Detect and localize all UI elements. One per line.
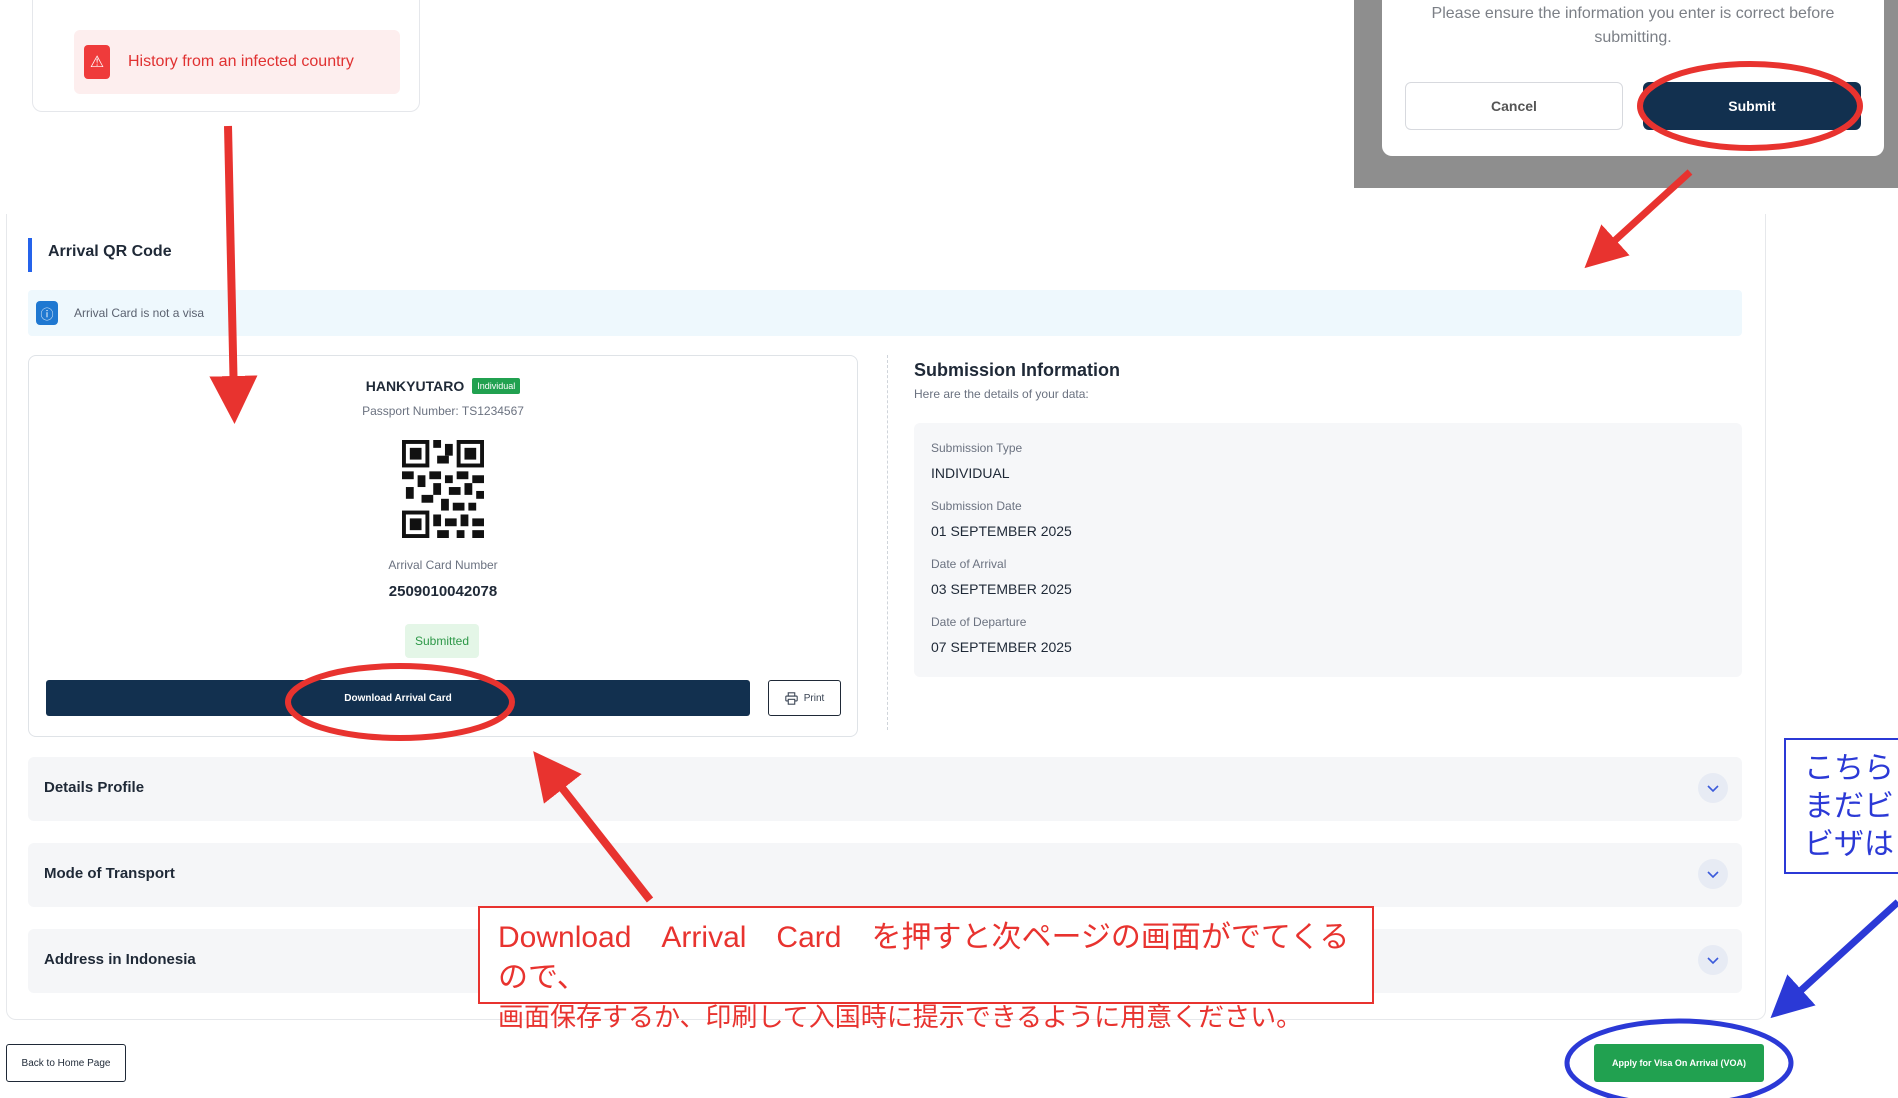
info-text: Arrival Card is not a visa	[74, 306, 205, 320]
download-arrival-card-button[interactable]: Download Arrival Card	[46, 680, 750, 716]
print-button[interactable]: Print	[768, 680, 841, 716]
back-to-home-button[interactable]: Back to Home Page	[6, 1044, 126, 1082]
traveler-name-row: HANKYUTARO Individual	[28, 378, 858, 394]
accordion-title: Address in Indonesia	[44, 951, 196, 968]
qr-code	[402, 440, 484, 538]
field-label: Date of Departure	[931, 615, 1027, 629]
accordion-title: Details Profile	[44, 779, 145, 796]
instruction-note: Download Arrival Card を押すと次ページの画面がでてくるので…	[478, 906, 1374, 1032]
instruction-line-2: 画面保存するか、印刷して入国時に提示できるように用意ください。	[498, 1002, 1303, 1032]
field-value: 01 SEPTEMBER 2025	[931, 523, 1072, 539]
arrival-card-number-label: Arrival Card Number	[388, 558, 498, 572]
section-accent-bar	[28, 238, 32, 272]
apply-voa-button[interactable]: Apply for Visa On Arrival (VOA)	[1594, 1044, 1764, 1082]
column-divider	[887, 355, 888, 730]
printer-icon	[785, 691, 798, 705]
chevron-down-icon[interactable]	[1698, 773, 1728, 803]
submit-button[interactable]: Submit	[1643, 82, 1861, 130]
accordion-details-profile[interactable]: Details Profile	[28, 757, 1742, 821]
visa-note-line: ビザは	[1804, 828, 1894, 861]
info-banner: ⓘ Arrival Card is not a visa	[28, 290, 1742, 336]
print-label: Print	[803, 692, 825, 704]
chevron-down-icon[interactable]	[1698, 859, 1728, 889]
visa-note-line: こちら	[1804, 752, 1894, 785]
field-value: INDIVIDUAL	[931, 465, 1010, 481]
warning-icon: ⚠	[84, 45, 110, 79]
visa-note-line: まだビ	[1804, 790, 1894, 823]
section-title: Arrival QR Code	[48, 243, 172, 260]
cancel-button[interactable]: Cancel	[1405, 82, 1623, 130]
accordion-mode-of-transport[interactable]: Mode of Transport	[28, 843, 1742, 907]
confirm-message: Please ensure the information you enter …	[1431, 5, 1835, 46]
visa-note: こちら まだビ ビザは	[1784, 738, 1898, 874]
field-value: 07 SEPTEMBER 2025	[931, 639, 1072, 655]
type-badge: Individual	[472, 378, 521, 394]
chevron-down-icon[interactable]	[1698, 945, 1728, 975]
field-label: Submission Date	[931, 499, 1022, 513]
field-label: Submission Type	[931, 441, 1023, 455]
submission-title: Submission Information	[914, 360, 1121, 380]
status-badge: Submitted	[405, 624, 479, 658]
passport-number: Passport Number: TS1234567	[362, 404, 524, 418]
instruction-line-1: Download Arrival Card を押すと次ページの画面がでてくるので…	[498, 921, 1350, 994]
info-icon: ⓘ	[36, 301, 58, 325]
arrow-to-voa-annotation	[1770, 899, 1898, 1019]
traveler-name: HANKYUTARO	[365, 378, 465, 394]
field-value: 03 SEPTEMBER 2025	[931, 581, 1072, 597]
infected-country-alert: ⚠ History from an infected country	[74, 30, 400, 94]
accordion-title: Mode of Transport	[44, 865, 175, 882]
submission-description: Here are the details of your data:	[914, 387, 1089, 401]
alert-text: History from an infected country	[128, 53, 354, 70]
field-label: Date of Arrival	[931, 557, 1007, 571]
arrival-card-number: 2509010042078	[388, 583, 498, 600]
